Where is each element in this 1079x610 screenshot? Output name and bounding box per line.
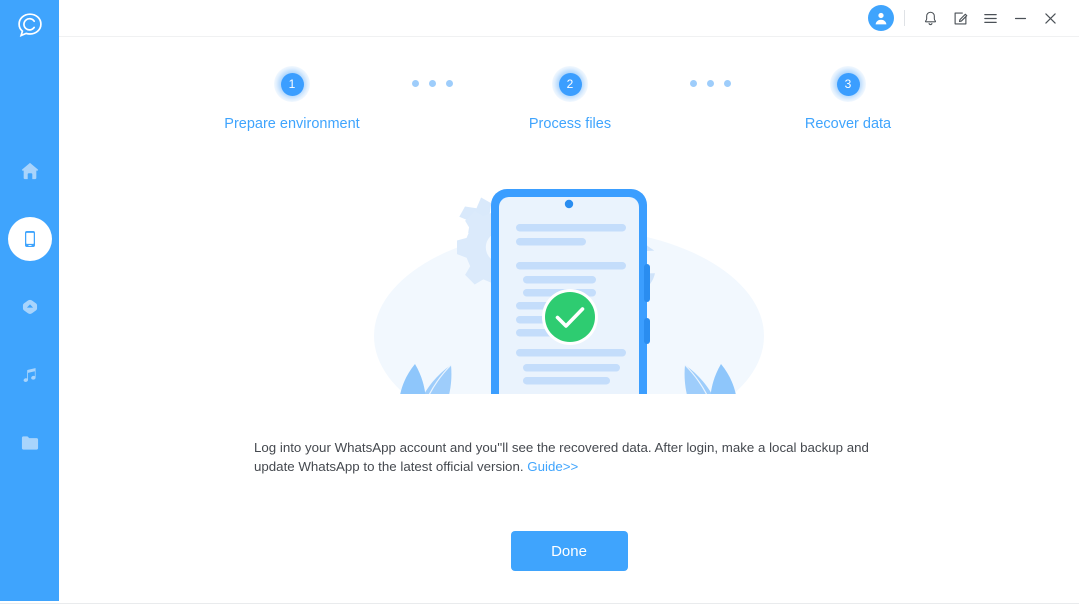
connector-dot — [690, 80, 697, 87]
sidebar-item-music[interactable] — [8, 353, 52, 397]
step-3-number: 3 — [836, 72, 860, 96]
green-check-circle-icon — [542, 289, 598, 345]
user-avatar-icon — [875, 12, 887, 25]
done-button[interactable]: Done — [510, 531, 628, 571]
feedback-button[interactable] — [945, 3, 975, 33]
step-connector-2 — [690, 80, 731, 87]
connector-dot — [429, 80, 436, 87]
step-1-label: Prepare environment — [224, 116, 360, 132]
step-1: 1 Prepare environment — [192, 66, 392, 132]
titlebar — [59, 0, 1079, 37]
sidebar-item-transfer[interactable] — [8, 285, 52, 329]
step-3-marker: 3 — [830, 66, 866, 102]
illustration-area — [59, 186, 1079, 394]
connector-dot — [412, 80, 419, 87]
feedback-icon — [954, 12, 967, 24]
hamburger-icon — [983, 13, 997, 23]
step-1-marker: 1 — [274, 66, 310, 102]
close-button[interactable] — [1035, 3, 1065, 33]
step-2-label: Process files — [528, 116, 612, 132]
close-icon — [1044, 12, 1056, 24]
action-row: Done — [59, 531, 1079, 571]
connector-dot — [446, 80, 453, 87]
transfer-icon — [22, 299, 37, 314]
notifications-button[interactable] — [915, 3, 945, 33]
sidebar-nav — [7, 149, 52, 465]
phone-recovery-success-illustration — [374, 189, 764, 394]
step-3: 3 Recover data — [748, 66, 948, 132]
app-window: 1 Prepare environment 2 Process files 3 … — [0, 0, 1079, 610]
sidebar — [0, 0, 59, 601]
brand-logo[interactable] — [12, 7, 48, 43]
folder-icon — [21, 436, 38, 450]
home-icon — [21, 162, 38, 180]
titlebar-divider — [904, 10, 905, 26]
window-bottom-divider — [0, 603, 1079, 604]
titlebar-controls — [868, 3, 1065, 33]
guide-link[interactable]: Guide>> — [527, 459, 578, 474]
minimize-button[interactable] — [1005, 3, 1035, 33]
phone-icon — [24, 231, 35, 247]
connector-dot — [707, 80, 714, 87]
bell-icon — [924, 11, 936, 25]
chat-bubble-c-logo-icon — [17, 13, 42, 37]
music-icon — [23, 367, 36, 382]
account-avatar[interactable] — [868, 5, 894, 31]
main-pane: 1 Prepare environment 2 Process files 3 … — [59, 0, 1079, 610]
minimize-icon — [1014, 17, 1026, 19]
sidebar-item-folder[interactable] — [8, 421, 52, 465]
sidebar-item-phone[interactable] — [7, 217, 52, 261]
step-1-number: 1 — [280, 72, 304, 96]
step-2-number: 2 — [558, 72, 582, 96]
connector-dot — [724, 80, 731, 87]
sidebar-item-home[interactable] — [8, 149, 52, 193]
step-3-label: Recover data — [804, 116, 892, 132]
progress-stepper: 1 Prepare environment 2 Process files 3 … — [59, 66, 1079, 146]
step-2: 2 Process files — [470, 66, 670, 132]
step-2-marker: 2 — [552, 66, 588, 102]
description-text: Log into your WhatsApp account and you''… — [254, 438, 884, 476]
menu-button[interactable] — [975, 3, 1005, 33]
step-connector-1 — [412, 80, 453, 87]
